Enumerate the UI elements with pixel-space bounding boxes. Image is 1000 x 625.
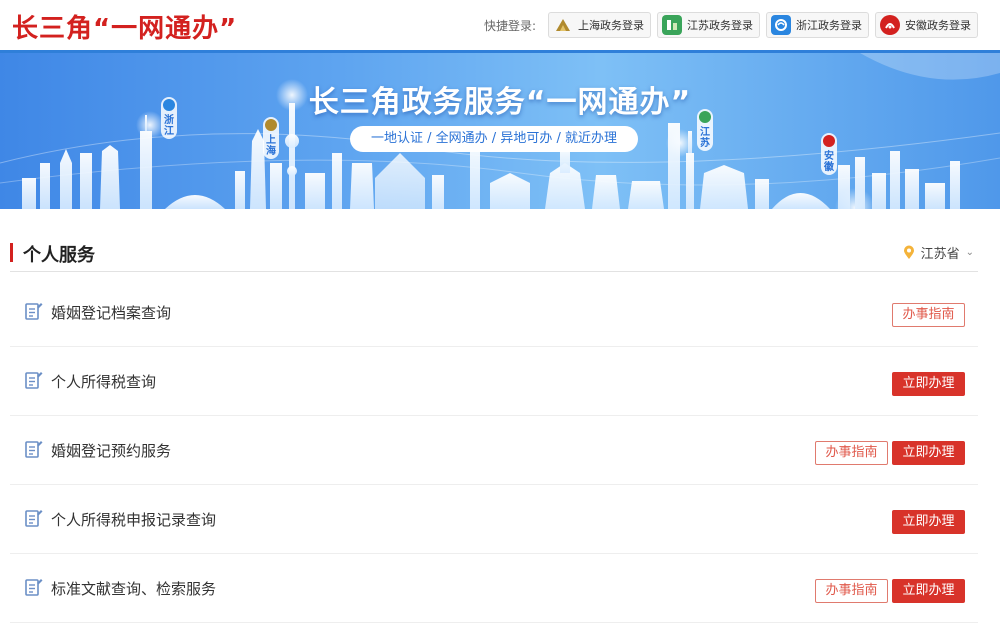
shanghai-login-button[interactable]: 上海政务登录 (548, 12, 651, 38)
personal-services-panel: 个人服务 江苏省 ⌄ 婚姻登记档案查询 办事指南 个人所得税查询 立即办理 婚姻登记预约… (0, 209, 1000, 625)
document-edit-icon (25, 372, 43, 389)
apply-now-button[interactable]: 立即办理 (892, 441, 965, 465)
top-bar: 长三角“一网通办” 快捷登录: 上海政务登录 江苏政务登录 浙江政务登录 安徽政… (0, 0, 1000, 50)
document-edit-icon (25, 303, 43, 320)
service-actions: 立即办理 (892, 510, 965, 534)
document-edit-icon (25, 510, 43, 527)
guide-button[interactable]: 办事指南 (815, 441, 888, 465)
region-label: 江苏省 (920, 247, 960, 262)
service-row[interactable]: 婚姻登记预约服务 办事指南 立即办理 (10, 416, 978, 485)
service-row[interactable]: 婚姻登记档案查询 办事指南 (10, 278, 978, 347)
jiangsu-logo-icon (662, 15, 682, 35)
apply-now-button[interactable]: 立即办理 (892, 372, 965, 396)
banner-subtitle: 一地认证 / 全网通办 / 异地可办 / 就近办理 (350, 126, 638, 152)
service-row[interactable]: 个人所得税申报记录查询 立即办理 (10, 485, 978, 554)
zhejiang-login-label: 浙江政务登录 (796, 19, 862, 32)
marker-anhui: 安徽 (821, 133, 837, 175)
banner-title: 长三角政务服务“一网通办” (308, 85, 692, 120)
anhui-logo-icon (880, 15, 900, 35)
marker-jiangsu: 江苏 (697, 109, 713, 151)
section-header: 个人服务 江苏省 ⌄ (10, 209, 978, 272)
service-actions: 办事指南 立即办理 (815, 441, 965, 465)
service-name[interactable]: 个人所得税查询 (51, 371, 156, 392)
section-accent-bar (10, 243, 13, 262)
jiangsu-marker-icon (699, 111, 711, 123)
guide-button[interactable]: 办事指南 (892, 303, 965, 327)
site-logo[interactable]: 长三角“一网通办” (12, 8, 237, 45)
anhui-login-label: 安徽政务登录 (905, 19, 971, 32)
section-title: 个人服务 (23, 245, 95, 266)
shanghai-marker-icon (265, 119, 277, 131)
service-name[interactable]: 个人所得税申报记录查询 (51, 509, 216, 530)
jiangsu-login-label: 江苏政务登录 (687, 19, 753, 32)
quick-login-label: 快捷登录: (483, 18, 536, 33)
guide-button[interactable]: 办事指南 (815, 579, 888, 603)
shanghai-login-label: 上海政务登录 (578, 19, 644, 32)
service-name[interactable]: 婚姻登记档案查询 (51, 302, 171, 323)
document-edit-icon (25, 441, 43, 458)
zhejiang-marker-icon (163, 99, 175, 111)
service-name[interactable]: 婚姻登记预约服务 (51, 440, 171, 461)
service-name[interactable]: 标准文献查询、检索服务 (51, 578, 216, 599)
jiangsu-login-button[interactable]: 江苏政务登录 (657, 12, 760, 38)
service-actions: 立即办理 (892, 372, 965, 396)
anhui-login-button[interactable]: 安徽政务登录 (875, 12, 978, 38)
document-edit-icon (25, 579, 43, 596)
service-row[interactable]: 标准文献查询、检索服务 办事指南 立即办理 (10, 554, 978, 623)
hero-banner: 长三角政务服务“一网通办” 一地认证 / 全网通办 / 异地可办 / 就近办理 … (0, 53, 1000, 209)
service-row[interactable]: 个人所得税查询 立即办理 (10, 347, 978, 416)
quick-login-group: 快捷登录: 上海政务登录 江苏政务登录 浙江政务登录 安徽政务登录 (484, 12, 978, 38)
zhejiang-logo-icon (771, 15, 791, 35)
region-selector[interactable]: 江苏省 ⌄ (903, 243, 974, 262)
service-actions: 办事指南 (892, 303, 965, 327)
zhejiang-login-button[interactable]: 浙江政务登录 (766, 12, 869, 38)
apply-now-button[interactable]: 立即办理 (892, 510, 965, 534)
marker-zhejiang: 浙江 (161, 97, 177, 139)
apply-now-button[interactable]: 立即办理 (892, 579, 965, 603)
marker-shanghai: 上海 (263, 117, 279, 159)
anhui-marker-icon (823, 135, 835, 147)
service-actions: 办事指南 立即办理 (815, 579, 965, 603)
location-pin-icon (903, 245, 914, 259)
shanghai-logo-icon (553, 15, 573, 35)
chevron-down-icon: ⌄ (965, 247, 974, 258)
